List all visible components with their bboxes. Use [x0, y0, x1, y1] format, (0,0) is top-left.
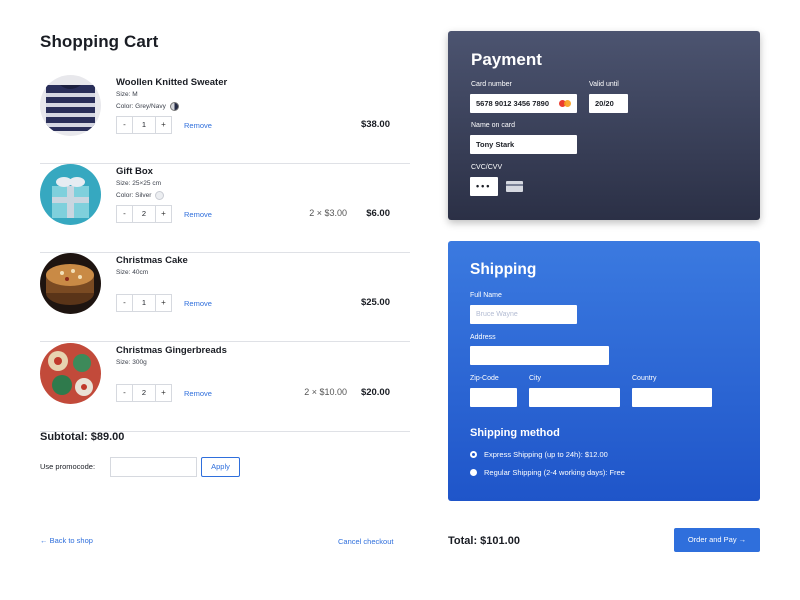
- order-total: Total: $101.00: [448, 535, 520, 547]
- payment-title: Payment: [471, 50, 542, 69]
- cart-item-cake: Christmas Cake Size: 40cm - 1 + Remove $…: [40, 253, 410, 342]
- address-input[interactable]: [470, 346, 609, 365]
- increase-button[interactable]: +: [155, 294, 172, 312]
- card-back-icon: [506, 181, 523, 192]
- decrease-button[interactable]: -: [116, 205, 133, 223]
- quantity-value[interactable]: 1: [133, 294, 155, 312]
- full-name-input[interactable]: Bruce Wayne: [470, 305, 577, 324]
- back-to-shop-link[interactable]: ← Back to shop: [40, 536, 93, 545]
- item-size: Size: 25×25 cm: [116, 180, 161, 187]
- item-color-label: Color: Silver: [116, 192, 152, 200]
- cart-item-gift-box: Gift Box Size: 25×25 cm Color: Silver - …: [40, 164, 410, 253]
- valid-until-field[interactable]: 20/20: [589, 94, 628, 113]
- cvc-field[interactable]: •••: [470, 177, 498, 196]
- card-number-field[interactable]: 5678 9012 3456 7890: [470, 94, 577, 113]
- zip-code-input[interactable]: [470, 388, 517, 407]
- item-total: $6.00: [366, 208, 390, 219]
- shipping-title: Shipping: [470, 261, 537, 278]
- cake-thumbnail: [40, 253, 101, 314]
- valid-until-label: Valid until: [589, 81, 619, 88]
- quantity-stepper: - 2 +: [116, 384, 172, 402]
- item-color-label: Color: Grey/Navy: [116, 103, 166, 111]
- cvc-label: CVC/CVV: [471, 164, 503, 171]
- item-name: Woollen Knitted Sweater: [116, 77, 228, 88]
- express-shipping-label[interactable]: Express Shipping (up to 24h): $12.00: [484, 450, 608, 459]
- item-name: Christmas Cake: [116, 255, 188, 266]
- quantity-stepper: - 1 +: [116, 116, 172, 134]
- item-total: $38.00: [360, 119, 390, 130]
- zip-code-label: Zip-Code: [470, 375, 499, 382]
- gingerbreads-thumbnail: [40, 343, 101, 404]
- name-on-card-field[interactable]: Tony Stark: [470, 135, 577, 154]
- cart-title: Shopping Cart: [40, 32, 159, 51]
- promocode-input[interactable]: [110, 457, 197, 477]
- apply-button[interactable]: Apply: [201, 457, 240, 477]
- item-color: Color: Grey/Navy: [116, 102, 179, 111]
- mastercard-icon: [559, 100, 571, 107]
- subtotal: Subtotal: $89.00: [40, 431, 125, 443]
- city-input[interactable]: [529, 388, 620, 407]
- remove-link[interactable]: Remove: [184, 389, 212, 398]
- decrease-button[interactable]: -: [116, 116, 133, 134]
- color-swatch: [169, 102, 179, 111]
- promocode-label: Use promocode:: [40, 462, 96, 471]
- card-number-value: 5678 9012 3456 7890: [476, 99, 549, 108]
- gift-box-thumbnail: [40, 164, 101, 225]
- unit-calculation: 2 × $10.00: [304, 387, 347, 397]
- item-color: Color: Silver: [116, 191, 165, 200]
- shipping-method-title: Shipping method: [470, 427, 560, 439]
- cancel-checkout-link[interactable]: Cancel checkout: [338, 537, 393, 546]
- increase-button[interactable]: +: [155, 205, 172, 223]
- item-size: Size: M: [116, 91, 138, 98]
- sweater-thumbnail: [40, 75, 101, 136]
- express-shipping-radio[interactable]: [470, 451, 477, 458]
- item-size: Size: 300g: [116, 359, 147, 366]
- card-number-label: Card number: [471, 81, 512, 88]
- address-label: Address: [470, 334, 496, 341]
- item-name: Christmas Gingerbreads: [116, 345, 227, 356]
- quantity-stepper: - 2 +: [116, 205, 172, 223]
- quantity-stepper: - 1 +: [116, 294, 172, 312]
- city-label: City: [529, 375, 542, 382]
- remove-link[interactable]: Remove: [184, 121, 212, 130]
- item-total: $25.00: [360, 297, 390, 308]
- name-on-card-label: Name on card: [471, 122, 515, 129]
- remove-link[interactable]: Remove: [184, 210, 212, 219]
- color-swatch: [155, 191, 165, 200]
- country-input[interactable]: [632, 388, 712, 407]
- remove-link[interactable]: Remove: [184, 299, 212, 308]
- increase-button[interactable]: +: [155, 116, 172, 134]
- item-size: Size: 40cm: [116, 269, 149, 276]
- unit-calculation: 2 × $3.00: [309, 208, 347, 218]
- country-label: Country: [632, 375, 657, 382]
- increase-button[interactable]: +: [155, 384, 172, 402]
- cart-item-gingerbreads: Christmas Gingerbreads Size: 300g - 2 + …: [40, 343, 410, 432]
- item-name: Gift Box: [116, 166, 153, 177]
- payment-panel: Payment Card number 5678 9012 3456 7890 …: [448, 31, 760, 220]
- cart-item-sweater: Woollen Knitted Sweater Size: M Color: G…: [40, 75, 410, 164]
- decrease-button[interactable]: -: [116, 294, 133, 312]
- shipping-panel: Shipping Full Name Bruce Wayne Address Z…: [448, 241, 760, 501]
- full-name-label: Full Name: [470, 292, 502, 299]
- regular-shipping-label[interactable]: Regular Shipping (2-4 working days): Fre…: [484, 468, 625, 477]
- quantity-value[interactable]: 1: [133, 116, 155, 134]
- quantity-value[interactable]: 2: [133, 205, 155, 223]
- quantity-value[interactable]: 2: [133, 384, 155, 402]
- order-and-pay-button[interactable]: Order and Pay →: [674, 528, 760, 552]
- decrease-button[interactable]: -: [116, 384, 133, 402]
- item-total: $20.00: [360, 387, 390, 398]
- regular-shipping-radio[interactable]: [470, 469, 477, 476]
